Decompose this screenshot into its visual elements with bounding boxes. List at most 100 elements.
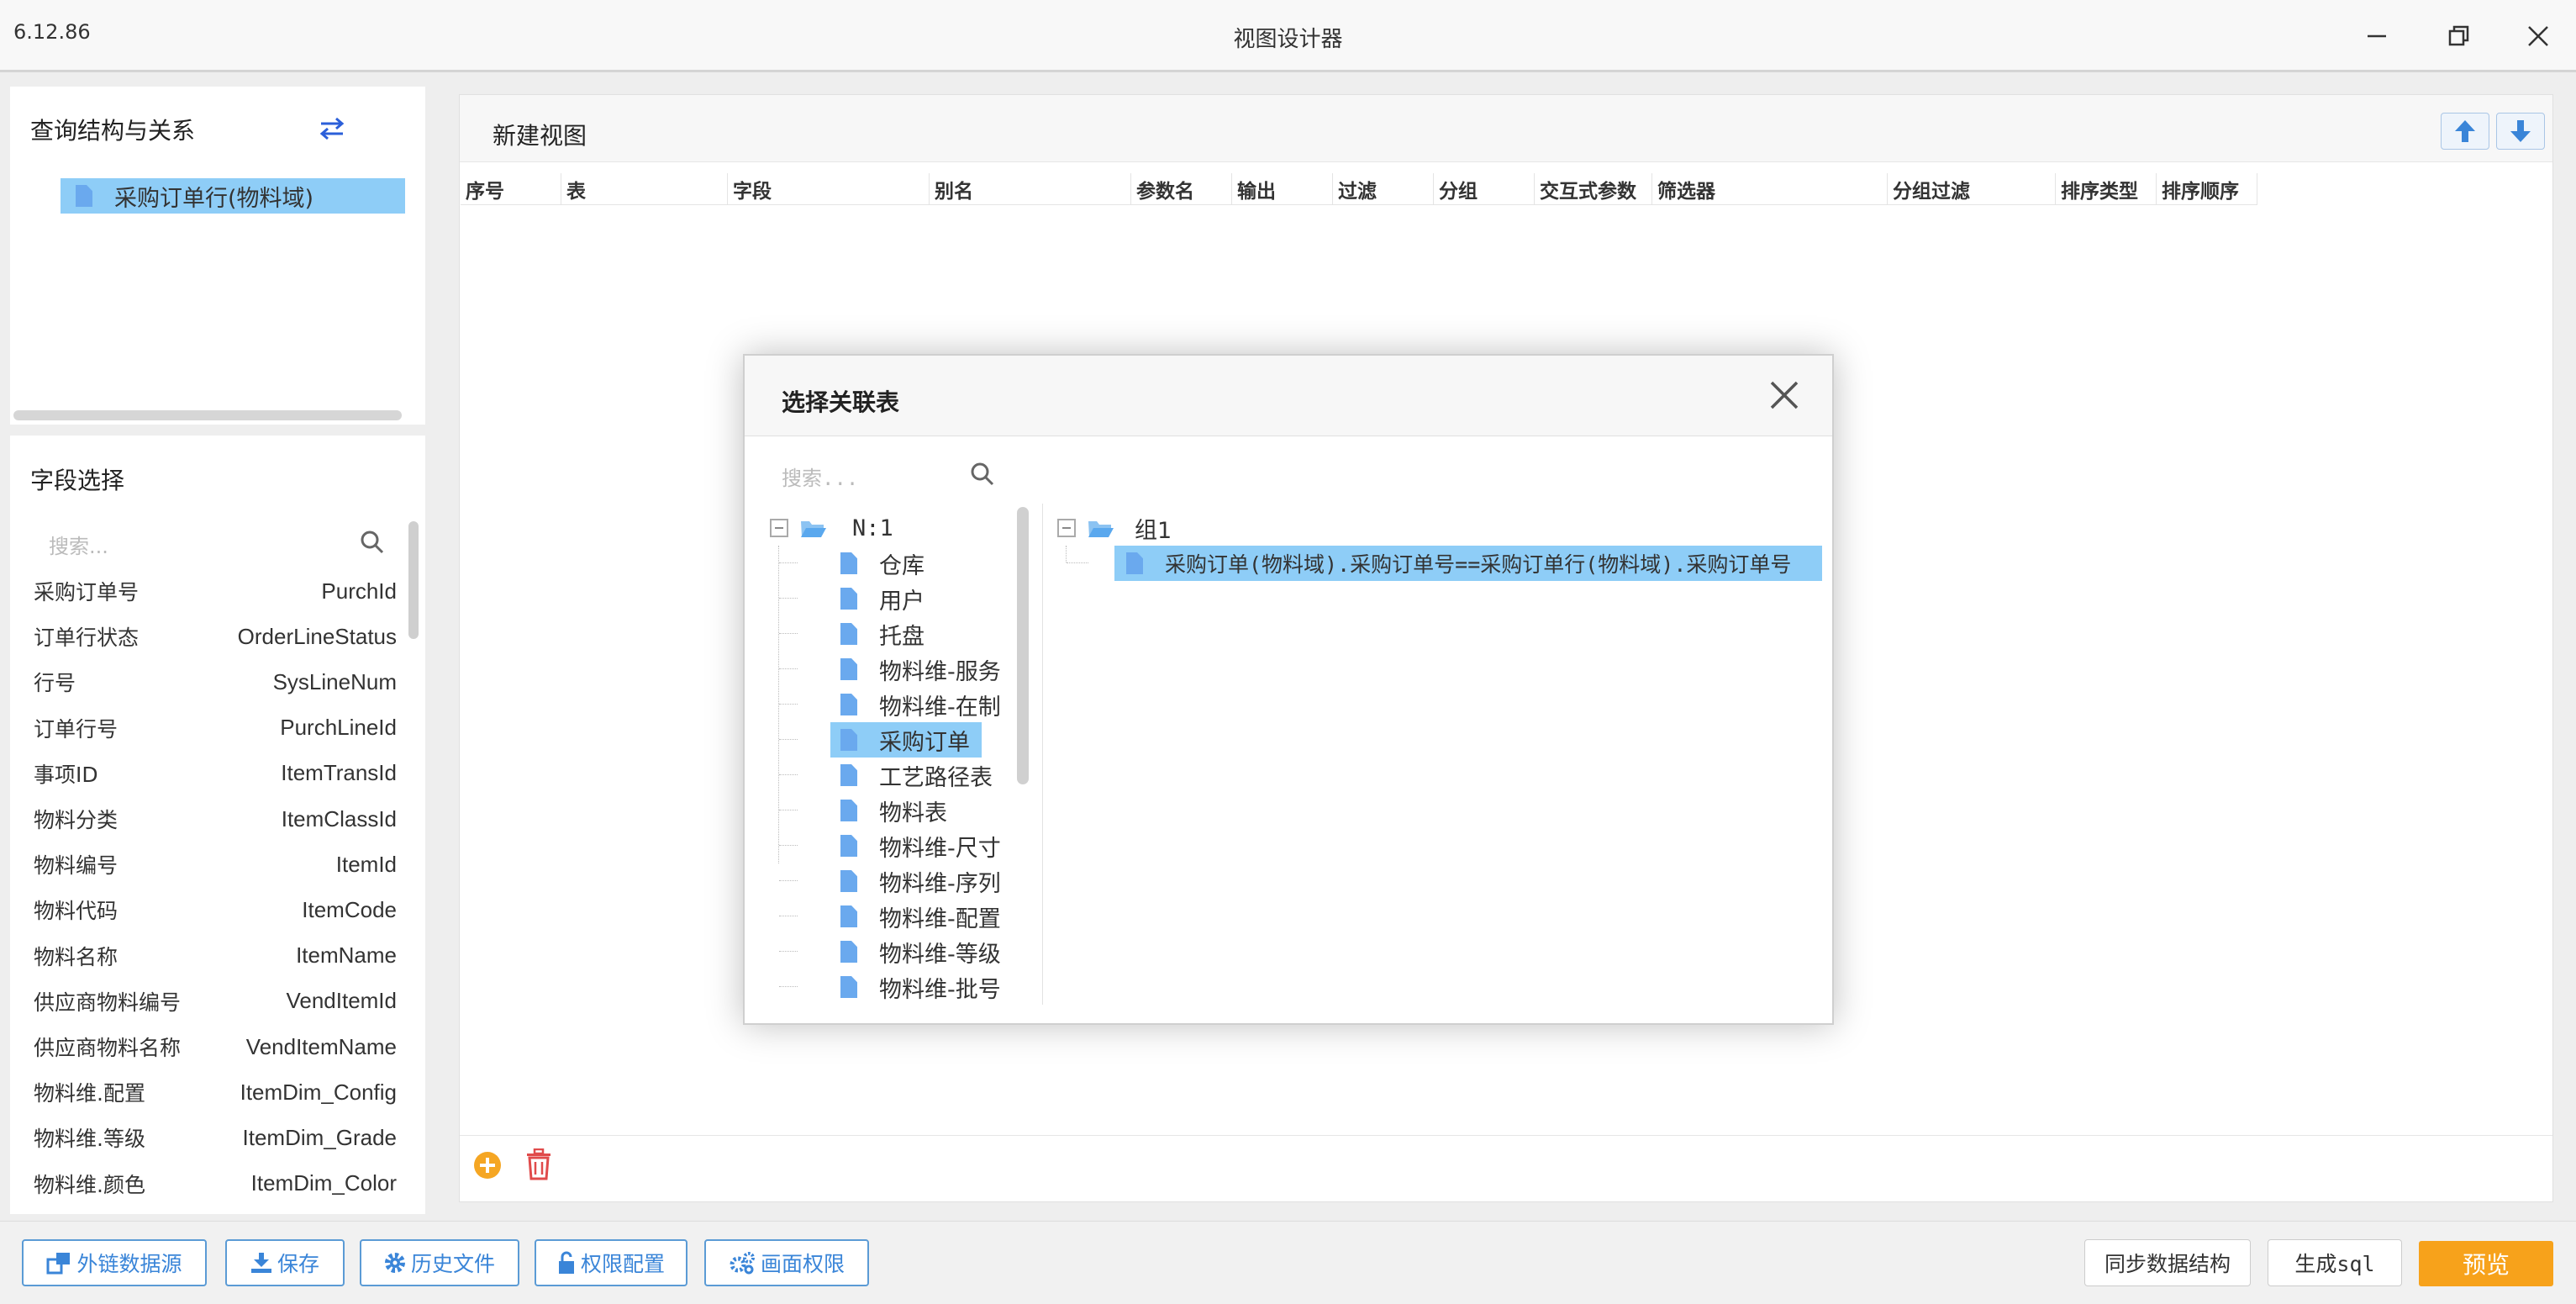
field-row[interactable]: 物料维.颜色 ItemDim_Color (34, 1161, 397, 1206)
external-datasource-button[interactable]: 外链数据源 (22, 1239, 207, 1286)
field-row[interactable]: 物料名称 ItemName (34, 933, 397, 979)
column-header[interactable]: 交互式参数 (1535, 173, 1652, 205)
field-row[interactable]: 物料编号 ItemId (34, 842, 397, 887)
field-name-en: ItemDim_Color (250, 1170, 397, 1196)
left-tree-item-label: 物料维-服务 (879, 658, 1001, 685)
tree-branch-line (779, 774, 798, 775)
field-name-cn: 订单行号 (34, 716, 119, 742)
select-relation-dialog: 选择关联表 搜索... N:1 仓库 用户托盘物料维-服务 物料维-在制 采购订单工艺… (743, 354, 1834, 1025)
column-header[interactable]: 输出 (1232, 173, 1333, 205)
field-row[interactable]: 事项ID ItemTransId (34, 751, 397, 796)
permission-config-button[interactable]: 权限配置 (535, 1239, 687, 1286)
field-list-scrollbar[interactable] (408, 521, 419, 639)
search-icon[interactable] (360, 530, 385, 555)
history-files-button[interactable]: 历史文件 (360, 1239, 519, 1286)
move-down-button[interactable] (2496, 113, 2545, 150)
left-tree-item[interactable]: 物料维-在制 (840, 687, 1001, 722)
folder-open-icon (1088, 521, 1114, 537)
left-tree-item-label: 托盘 (879, 623, 925, 650)
dialog-search-input[interactable]: 搜索... (782, 462, 967, 491)
field-row[interactable]: 物料分类 ItemClassId (34, 796, 397, 842)
field-row[interactable]: 行号 SysLineNum (34, 659, 397, 705)
column-header[interactable]: 字段 (728, 173, 930, 205)
field-row[interactable]: 物料维.等级 ItemDim_Grade (34, 1115, 397, 1160)
left-tree-item[interactable]: 物料维-服务 (840, 652, 1001, 687)
sync-structure-button[interactable]: 同步数据结构 (2084, 1239, 2251, 1286)
grid-footer-divider (460, 1135, 2552, 1136)
preview-button[interactable]: 预览 (2419, 1241, 2553, 1286)
field-name-en: ItemClassId (281, 805, 397, 831)
delete-row-button[interactable] (524, 1148, 553, 1180)
right-tree-root[interactable]: 组1 (1057, 510, 1172, 546)
close-window-button[interactable] (2513, 15, 2563, 57)
column-header[interactable]: 排序顺序 (2157, 173, 2257, 205)
left-tree-item[interactable]: 物料维-批号 (840, 969, 1001, 1005)
field-name-cn: 事项ID (34, 762, 98, 787)
field-name-en: ItemName (296, 942, 397, 969)
minimize-button[interactable] (2352, 15, 2402, 57)
view-title: 新建视图 (493, 122, 587, 150)
column-header[interactable]: 分组 (1434, 173, 1535, 205)
field-row[interactable]: 订单行号 PurchLineId (34, 705, 397, 751)
swap-button[interactable] (318, 114, 346, 143)
left-tree-item[interactable]: 采购订单 (830, 722, 982, 758)
left-tree-item[interactable]: 物料表 (840, 793, 947, 828)
minimize-icon (2368, 34, 2386, 38)
document-icon (840, 835, 857, 857)
right-tree-item[interactable]: 采购订单(物料域).采购订单号==采购订单行(物料域).采购订单号 (1114, 546, 1822, 581)
left-tree-item[interactable]: 用户 (840, 581, 925, 616)
save-button[interactable]: 保存 (225, 1239, 345, 1286)
left-tree-item[interactable]: 托盘 (840, 616, 925, 652)
generate-sql-button[interactable]: 生成sql (2268, 1239, 2402, 1286)
column-header[interactable]: 表 (561, 173, 728, 205)
left-tree-item[interactable]: 物料维-序列 (840, 863, 1001, 899)
field-row[interactable]: 采购订单号 PurchId (34, 568, 397, 614)
dialog-tree-scrollbar[interactable] (1017, 507, 1029, 784)
document-icon (1126, 552, 1143, 574)
field-row[interactable]: 供应商物料名称 VendItemName (34, 1024, 397, 1069)
field-name-cn: 采购订单号 (34, 580, 140, 604)
document-icon (840, 941, 857, 963)
link-windows-icon (46, 1253, 71, 1275)
tree-branch-line (779, 986, 798, 987)
left-tree-item[interactable]: 物料维-尺寸 (840, 828, 1001, 863)
screen-permission-button[interactable]: 画面权限 (704, 1239, 869, 1286)
column-header[interactable]: 筛选器 (1652, 173, 1888, 205)
dialog-title: 选择关联表 (782, 388, 900, 416)
horizontal-scrollbar[interactable] (13, 410, 402, 420)
tree-branch-line (779, 598, 798, 599)
column-header[interactable]: 别名 (930, 173, 1131, 205)
swap-arrows-icon (319, 117, 345, 140)
left-tree-item[interactable]: 仓库 (840, 546, 925, 581)
permission-config-label: 权限配置 (580, 1252, 665, 1276)
move-up-button[interactable] (2441, 113, 2489, 150)
add-row-button[interactable] (472, 1150, 503, 1180)
field-name-cn: 物料编号 (34, 853, 119, 879)
column-header[interactable]: 过滤 (1333, 173, 1434, 205)
column-header[interactable]: 分组过滤 (1888, 173, 2056, 205)
tree-root-node[interactable]: 采购订单行(物料域) (61, 178, 405, 214)
left-tree-item[interactable]: 物料维-等级 (840, 934, 1001, 969)
dialog-close-button[interactable] (1765, 376, 1804, 414)
left-tree-item-label: 工艺路径表 (879, 764, 993, 791)
field-name-cn: 物料维.颜色 (34, 1172, 145, 1197)
field-row[interactable]: 物料代码 ItemCode (34, 887, 397, 932)
left-tree-item[interactable]: 工艺路径表 (840, 758, 993, 793)
field-row[interactable]: 订单行状态 OrderLineStatus (34, 614, 397, 659)
field-name-en: VendItemName (245, 1033, 397, 1059)
column-header[interactable]: 序号 (461, 173, 561, 205)
field-row[interactable]: 供应商物料编号 VendItemId (34, 979, 397, 1024)
folder-open-icon (801, 521, 826, 537)
restore-icon (2448, 25, 2469, 46)
restore-button[interactable] (2434, 15, 2484, 57)
column-header[interactable]: 参数名 (1131, 173, 1232, 205)
field-name-cn: 物料维.配置 (34, 1081, 145, 1106)
search-icon[interactable] (970, 462, 995, 487)
left-tree-root[interactable]: N:1 (770, 510, 893, 546)
document-icon (840, 800, 857, 821)
left-tree-item-label: 物料维-批号 (879, 976, 1001, 1003)
left-tree-item[interactable]: 物料维-配置 (840, 899, 1001, 934)
column-header[interactable]: 排序类型 (2056, 173, 2157, 205)
field-row[interactable]: 物料维.配置 ItemDim_Config (34, 1069, 397, 1115)
field-search-input[interactable]: 搜索... (49, 530, 326, 559)
